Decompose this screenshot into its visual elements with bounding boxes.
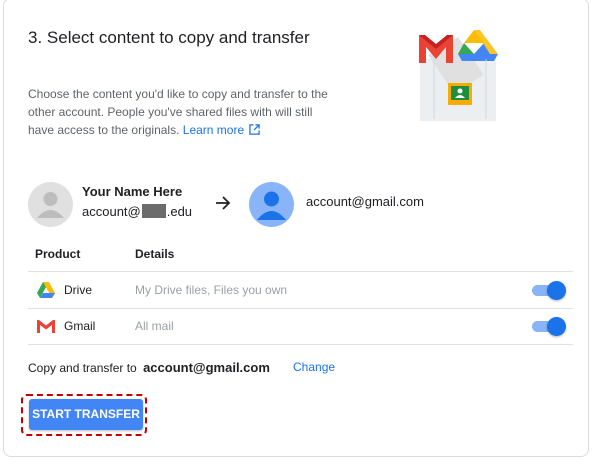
product-name-drive: Drive bbox=[64, 283, 93, 297]
destination-avatar bbox=[249, 182, 294, 227]
product-details-drive: My Drive files, Files you own bbox=[135, 283, 288, 297]
change-link[interactable]: Change bbox=[293, 360, 335, 374]
header-product: Product bbox=[35, 247, 81, 261]
copy-destination-line: Copy and transfer to account@gmail.com bbox=[28, 360, 270, 375]
arrow-right-icon bbox=[216, 196, 231, 210]
table-divider bbox=[28, 344, 573, 345]
toggle-knob bbox=[547, 317, 566, 336]
gmail-toggle[interactable] bbox=[532, 316, 566, 336]
description-text: Choose the content you'd like to copy an… bbox=[28, 87, 328, 137]
table-divider bbox=[28, 308, 573, 309]
source-name: Your Name Here bbox=[82, 184, 183, 199]
external-link-icon bbox=[249, 124, 260, 135]
header-details: Details bbox=[135, 247, 175, 261]
source-avatar bbox=[28, 182, 73, 227]
start-transfer-button[interactable]: START TRANSFER bbox=[29, 399, 143, 430]
destination-email: account@gmail.com bbox=[306, 194, 424, 209]
drive-toggle[interactable] bbox=[532, 280, 566, 300]
transfer-card: 3. Select content to copy and transfer C… bbox=[3, 0, 589, 457]
source-email: account@ .edu bbox=[82, 204, 193, 219]
person-icon bbox=[257, 191, 286, 220]
google-drive-icon bbox=[37, 282, 55, 298]
section-title: 3. Select content to copy and transfer bbox=[28, 28, 310, 47]
learn-more-link[interactable]: Learn more bbox=[183, 123, 260, 137]
toggle-knob bbox=[547, 281, 566, 300]
product-name-gmail: Gmail bbox=[64, 319, 96, 333]
google-products-illustration bbox=[419, 30, 498, 121]
person-icon bbox=[37, 192, 64, 218]
redacted-block bbox=[141, 204, 166, 218]
gmail-icon bbox=[37, 320, 55, 333]
table-divider bbox=[28, 271, 573, 272]
section-description: Choose the content you'd like to copy an… bbox=[28, 85, 328, 139]
product-details-gmail: All mail bbox=[135, 319, 174, 333]
copy-email: account@gmail.com bbox=[143, 360, 270, 375]
copy-label: Copy and transfer to bbox=[28, 361, 137, 375]
